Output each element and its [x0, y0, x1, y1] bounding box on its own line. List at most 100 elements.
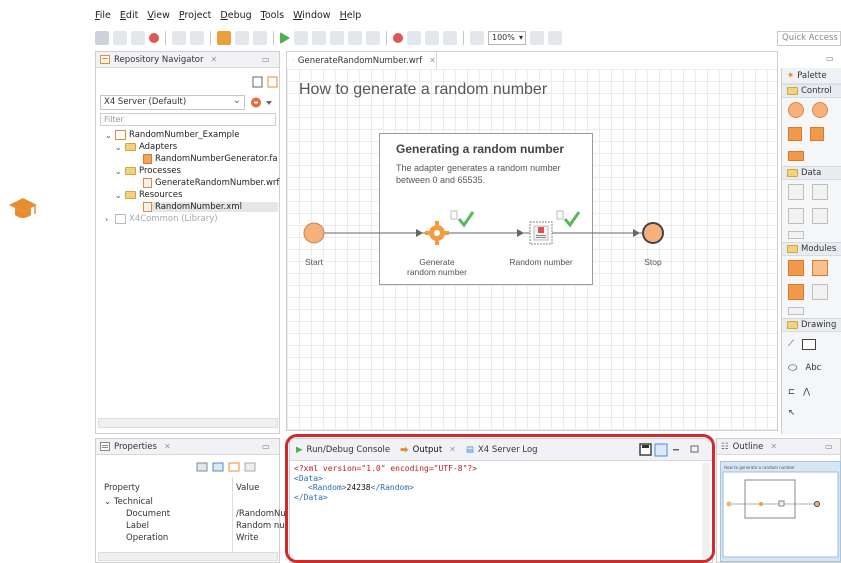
step-over-icon[interactable]: [330, 31, 344, 45]
editor-panel: GenerateRandomNumber.wrf ✕ How to genera…: [286, 51, 778, 431]
step-return-icon[interactable]: [366, 31, 380, 45]
property-value[interactable]: /RandomNu: [236, 509, 286, 519]
sql-tool-icon[interactable]: [788, 208, 804, 224]
palette-section-drawing[interactable]: Drawing: [782, 318, 841, 332]
save-icon[interactable]: [113, 31, 127, 45]
adapter-file-icon: [143, 154, 152, 164]
server-status-icon[interactable]: [251, 97, 273, 108]
polyline-tool-icon[interactable]: ⊏: [788, 387, 795, 397]
filter-input[interactable]: Filter: [100, 113, 276, 126]
quick-access-input[interactable]: Quick Access: [777, 31, 841, 46]
tree-item-process-file[interactable]: GenerateRandomNumber.wrf: [143, 178, 279, 188]
start-node[interactable]: [303, 222, 325, 244]
tree-item-xml-file[interactable]: RandomNumber.xml: [143, 202, 278, 212]
tree-item-library[interactable]: › X4Common (Library): [105, 214, 218, 224]
stop-node[interactable]: [642, 222, 664, 244]
module-tool-icon[interactable]: [788, 260, 804, 276]
freehand-tool-icon[interactable]: ⋀: [803, 387, 810, 397]
process-diagram: [303, 210, 664, 245]
fork-tool-icon[interactable]: [788, 127, 802, 141]
zoom-out-icon[interactable]: [470, 31, 484, 45]
close-icon[interactable]: ✕: [211, 55, 218, 64]
minimize-icon[interactable]: ▭: [826, 54, 834, 63]
undo-icon[interactable]: [172, 31, 186, 45]
palette-panel: ✷ Palette Control Data Modules Drawing ⟋…: [781, 68, 841, 434]
horizontal-scrollbar[interactable]: [98, 418, 278, 428]
stop-tool-icon[interactable]: [812, 102, 828, 118]
data-tool-icon[interactable]: [788, 184, 804, 200]
zoom-in-icon[interactable]: [530, 31, 544, 45]
data-tool-icon[interactable]: [788, 231, 804, 239]
pause-icon[interactable]: [294, 31, 308, 45]
palette-icon: ✷: [787, 70, 795, 81]
minimize-icon[interactable]: ▭: [825, 442, 833, 451]
property-value[interactable]: Write: [236, 533, 258, 543]
data-tool-icon[interactable]: [812, 208, 828, 224]
line-tool-icon[interactable]: ⟋: [788, 339, 794, 349]
property-group[interactable]: ⌄ Technical: [104, 497, 153, 507]
palette-section-control[interactable]: Control: [782, 84, 841, 98]
paste-icon[interactable]: [253, 31, 267, 45]
menu-window[interactable]: Window: [293, 10, 330, 24]
start-tool-icon[interactable]: [788, 102, 804, 118]
tree-item-adapters[interactable]: ⌄ Adapters: [115, 142, 177, 152]
module-tool-icon[interactable]: [812, 284, 828, 300]
tree-item-adapter-file[interactable]: RandomNumberGenerator.fa: [143, 154, 278, 164]
palette-section-data[interactable]: Data: [782, 166, 841, 180]
redo-icon[interactable]: [190, 31, 204, 45]
property-value[interactable]: Random nu: [236, 521, 285, 531]
properties-icon: [100, 442, 110, 451]
diagram-canvas[interactable]: How to generate a random number Generati…: [287, 69, 777, 430]
menu-view[interactable]: View: [147, 10, 170, 24]
watch-icon[interactable]: [425, 31, 439, 45]
step-into-icon[interactable]: [348, 31, 362, 45]
module-tool-icon[interactable]: [788, 284, 804, 300]
ellipse-tool-icon[interactable]: ⬭: [788, 361, 797, 375]
menu-file[interactable]: File: [95, 10, 111, 24]
start-label: Start: [305, 257, 323, 267]
horizontal-scrollbar[interactable]: [98, 552, 278, 561]
save-all-icon[interactable]: [131, 31, 145, 45]
module-tool-icon[interactable]: [812, 260, 828, 276]
breakpoint-icon[interactable]: [393, 33, 403, 43]
rectangle-tool-icon[interactable]: [801, 338, 816, 350]
document-node-icon[interactable]: [529, 221, 553, 245]
close-icon[interactable]: ✕: [429, 56, 436, 65]
delete-icon[interactable]: [149, 33, 159, 43]
run-icon[interactable]: [280, 32, 290, 44]
menu-debug[interactable]: Debug: [220, 10, 251, 24]
module-tool-icon[interactable]: [788, 307, 804, 315]
tree-item-project[interactable]: ⌄ RandomNumber_Example: [105, 130, 239, 140]
decision-tool-icon[interactable]: [788, 151, 804, 161]
pointer-tool-icon[interactable]: ↖: [788, 408, 795, 418]
palette-section-modules[interactable]: Modules: [782, 242, 841, 256]
navigator-toolbar-icons[interactable]: [252, 76, 282, 88]
skip-breakpoints-icon[interactable]: [407, 31, 421, 45]
properties-toolbar-icons[interactable]: [196, 461, 260, 473]
text-tool-label[interactable]: Abc: [805, 363, 821, 373]
outline-preview[interactable]: How to generate a random number: [720, 461, 841, 562]
display-icon[interactable]: [443, 31, 457, 45]
stop-icon[interactable]: [312, 31, 326, 45]
gear-icon[interactable]: [425, 221, 449, 245]
join-tool-icon[interactable]: [810, 127, 824, 141]
zoom-select[interactable]: 100%: [488, 31, 526, 45]
tree-item-processes[interactable]: ⌄ Processes: [115, 166, 181, 176]
editor-tab[interactable]: GenerateRandomNumber.wrf ✕: [287, 52, 437, 69]
cut-icon[interactable]: [217, 31, 231, 45]
minimize-icon[interactable]: ▭: [262, 55, 270, 64]
minimize-icon[interactable]: ▭: [262, 442, 270, 451]
close-icon[interactable]: ✕: [770, 442, 777, 451]
new-icon[interactable]: [95, 31, 109, 45]
tree-item-resources[interactable]: ⌄ Resources: [115, 190, 182, 200]
server-select[interactable]: X4 Server (Default): [100, 94, 245, 110]
process-file-icon: [143, 178, 152, 188]
close-icon[interactable]: ✕: [164, 442, 171, 451]
data-tool-icon[interactable]: [812, 184, 828, 200]
grid-icon[interactable]: [548, 31, 562, 45]
copy-icon[interactable]: [235, 31, 249, 45]
menu-tools[interactable]: Tools: [261, 10, 284, 24]
menu-help[interactable]: Help: [340, 10, 362, 24]
menu-project[interactable]: Project: [179, 10, 212, 24]
menu-edit[interactable]: Edit: [120, 10, 138, 24]
